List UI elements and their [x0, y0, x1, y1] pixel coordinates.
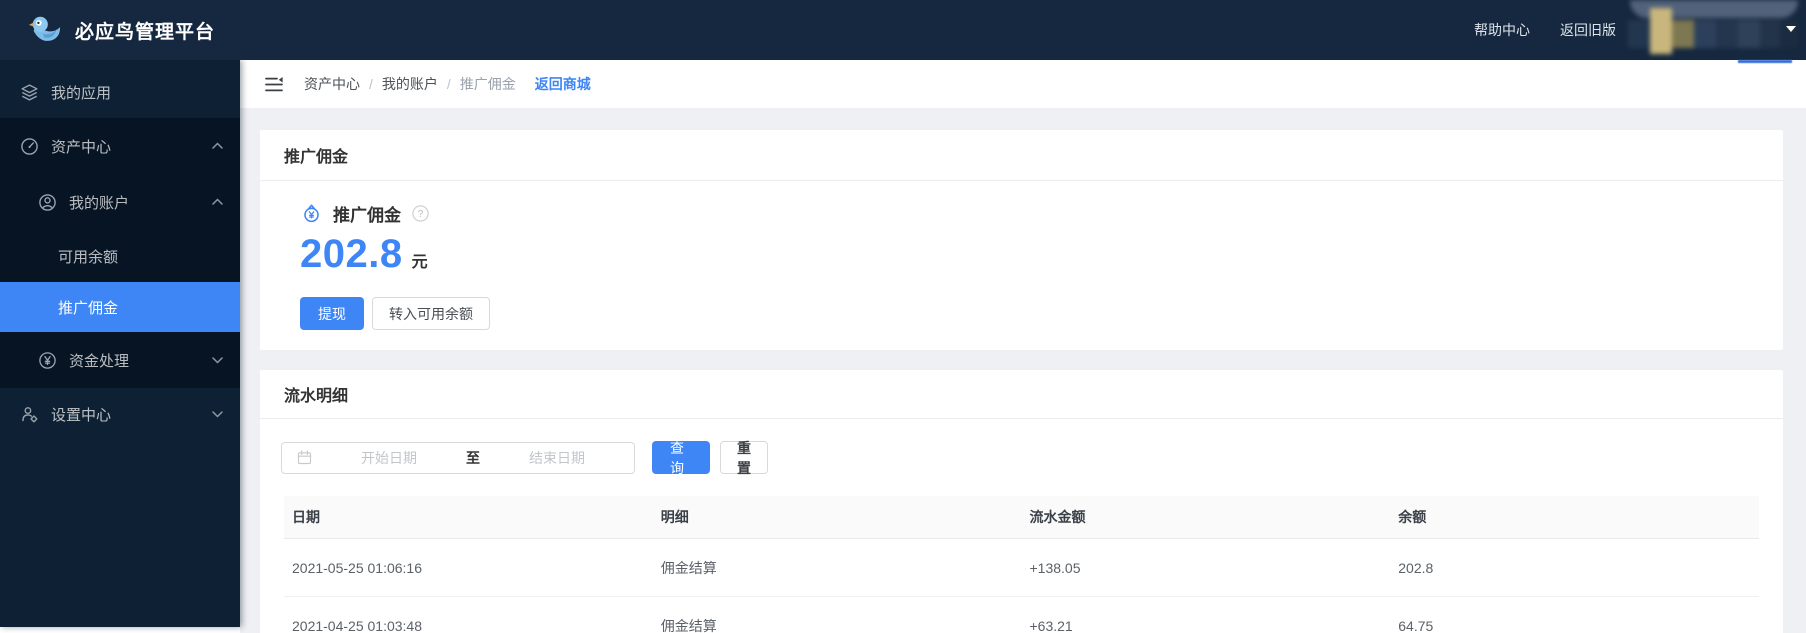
breadcrumb-bar: 资产中心 / 我的账户 / 推广佣金 返回商城 — [240, 60, 1806, 108]
reset-button[interactable]: 重置 — [720, 440, 768, 476]
yen-circle-icon — [38, 351, 57, 370]
sidebar-item-asset-center[interactable]: 资产中心 — [0, 118, 240, 174]
sidebar: 我的应用 资产中心 我的账户 可用余额 推广佣金 资金处理 设置中心 — [0, 60, 240, 627]
sidebar-item-label: 我的账户 — [69, 194, 130, 212]
flow-table: 日期 明细 流水金额 余额 2021-05-25 01:06:16 佣金结算 +… — [284, 496, 1759, 633]
withdraw-button[interactable]: 提现 — [300, 297, 364, 330]
top-navbar: 必应鸟管理平台 帮助中心 返回旧版 — [0, 0, 1806, 60]
breadcrumb-asset-center[interactable]: 资产中心 — [304, 74, 360, 94]
back-old-version-link[interactable]: 返回旧版 — [1560, 20, 1616, 40]
chevron-down-icon — [212, 409, 223, 419]
caret-down-icon — [1786, 26, 1796, 32]
search-button[interactable]: 查询 — [652, 440, 710, 476]
sidebar-item-promotion-commission[interactable]: 推广佣金 — [0, 282, 240, 332]
sidebar-item-available-balance[interactable]: 可用余额 — [0, 230, 240, 282]
transfer-to-balance-button[interactable]: 转入可用余额 — [372, 297, 490, 330]
table-header-row: 日期 明细 流水金额 余额 — [284, 496, 1759, 539]
blur-artifact — [1738, 60, 1792, 63]
svg-text:?: ? — [418, 209, 424, 220]
page: 必应鸟管理平台 帮助中心 返回旧版 我的应用 资产中心 我的账户 可用余额 推广… — [0, 0, 1806, 633]
chevron-up-icon — [212, 141, 223, 151]
bird-logo-icon — [28, 14, 62, 46]
user-info-blurred — [1626, 0, 1798, 60]
commission-card: 推广佣金 推广佣金 ? 202.8 元 提现 转入可用余额 — [260, 130, 1783, 350]
sidebar-item-label: 推广佣金 — [58, 299, 119, 317]
table-header-date: 日期 — [292, 509, 320, 525]
cell-date: 2021-04-25 01:03:48 — [292, 617, 422, 633]
app-title: 必应鸟管理平台 — [75, 21, 216, 43]
cell-balance: 202.8 — [1398, 559, 1434, 576]
help-center-link[interactable]: 帮助中心 — [1474, 20, 1530, 40]
table-header-flow-amount: 流水金额 — [1029, 509, 1086, 525]
menu-fold-icon[interactable] — [265, 76, 283, 92]
main-content: 资产中心 / 我的账户 / 推广佣金 返回商城 推广佣金 推广佣金 ? 202.… — [240, 60, 1806, 633]
commission-label: 推广佣金 — [333, 206, 401, 225]
breadcrumb-separator: / — [369, 76, 373, 92]
chevron-down-icon — [212, 355, 223, 365]
cell-balance: 64.75 — [1398, 617, 1434, 633]
commission-unit: 元 — [411, 254, 428, 271]
cell-flow-amount: +63.21 — [1029, 617, 1073, 633]
end-date-placeholder: 结束日期 — [529, 449, 585, 466]
cell-detail: 佣金结算 — [660, 617, 717, 633]
back-to-mall-link[interactable]: 返回商城 — [535, 74, 591, 94]
user-account-menu[interactable] — [1626, 0, 1798, 60]
table-header-balance: 余额 — [1398, 509, 1427, 525]
money-bag-icon — [300, 202, 323, 225]
sidebar-item-settings-center[interactable]: 设置中心 — [0, 388, 240, 440]
cell-flow-amount: +138.05 — [1029, 559, 1081, 576]
breadcrumb-separator: / — [446, 76, 451, 92]
table-row: 2021-04-25 01:03:48 佣金结算 +63.21 64.75 — [284, 597, 1759, 633]
gauge-icon — [20, 137, 39, 156]
calendar-icon — [297, 450, 312, 465]
table-header-detail: 明细 — [660, 509, 689, 525]
commission-amount: 202.8 — [300, 232, 403, 276]
commission-card-title: 推广佣金 — [260, 130, 1783, 181]
sidebar-item-label: 可用余额 — [58, 248, 119, 266]
user-gear-icon — [20, 405, 39, 424]
user-circle-icon — [38, 193, 57, 212]
flow-detail-card: 流水明细 开始日期 至 结束日期 查询 重置 日期 明细 流水金额 余额 202… — [260, 370, 1783, 633]
chevron-up-icon — [212, 197, 223, 207]
flow-card-title: 流水明细 — [260, 370, 1783, 419]
filter-row: 开始日期 至 结束日期 查询 重置 — [260, 419, 1783, 476]
sidebar-item-label: 我的应用 — [51, 84, 112, 102]
date-range-picker[interactable]: 开始日期 至 结束日期 — [281, 441, 635, 474]
sidebar-item-label: 资产中心 — [51, 138, 112, 156]
sidebar-item-label: 资金处理 — [69, 352, 130, 370]
sidebar-item-funds-processing[interactable]: 资金处理 — [0, 332, 240, 388]
range-separator: 至 — [466, 449, 480, 466]
start-date-placeholder: 开始日期 — [361, 449, 417, 466]
table-row: 2021-05-25 01:06:16 佣金结算 +138.05 202.8 — [284, 539, 1759, 597]
layers-icon — [20, 83, 39, 102]
breadcrumb-current: 推广佣金 — [459, 76, 516, 92]
sidebar-item-my-apps[interactable]: 我的应用 — [0, 66, 240, 118]
question-circle-icon[interactable]: ? — [412, 205, 429, 222]
breadcrumb-my-account[interactable]: 我的账户 — [382, 74, 438, 94]
sidebar-item-my-account[interactable]: 我的账户 — [0, 174, 240, 230]
cell-detail: 佣金结算 — [660, 559, 717, 576]
sidebar-group-assets: 资产中心 我的账户 可用余额 推广佣金 资金处理 — [0, 118, 240, 388]
sidebar-item-label: 设置中心 — [51, 406, 112, 424]
cell-date: 2021-05-25 01:06:16 — [292, 559, 422, 576]
